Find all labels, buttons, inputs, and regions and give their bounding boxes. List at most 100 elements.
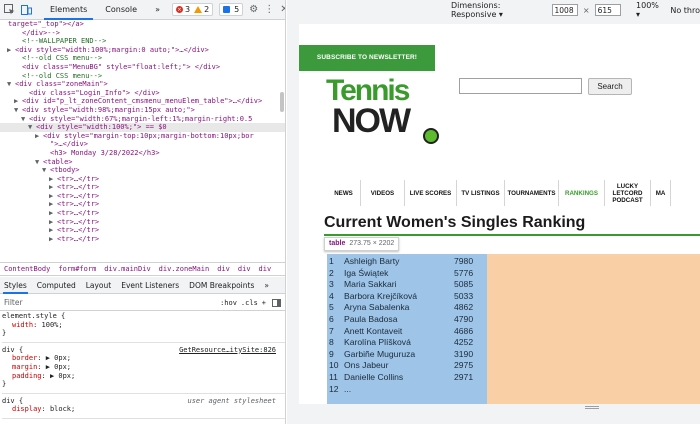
- close-devtools-icon[interactable]: ✕: [280, 4, 285, 16]
- dom-node-line[interactable]: ▶ <tr>…</tr>: [0, 183, 285, 192]
- expand-down-icon[interactable]: ▼: [21, 115, 29, 124]
- dom-node-line[interactable]: <h3> Monday 3/28/2022</h3>: [0, 149, 285, 158]
- styles-pane[interactable]: element.style {width: 100%;} div {GetReso…: [0, 312, 285, 424]
- breadcrumb-item[interactable]: form#form: [58, 265, 96, 273]
- css-declaration[interactable]: display: block;: [2, 405, 285, 414]
- dom-node-line[interactable]: ▶ <tr>…</tr>: [0, 200, 285, 209]
- new-rule-button[interactable]: +: [262, 299, 266, 307]
- inspect-element-icon[interactable]: [4, 4, 15, 16]
- elements-tree[interactable]: target="_top"></a> </div>--> <!--WALLPAPER…: [0, 20, 285, 260]
- toggle-sidebar-icon[interactable]: [270, 297, 282, 309]
- expand-down-icon[interactable]: ▼: [28, 123, 36, 132]
- css-property-name[interactable]: margin: [12, 363, 37, 371]
- dom-node-line[interactable]: <!--old CSS menu-->: [0, 72, 285, 81]
- css-property-value[interactable]: 100%;: [42, 321, 63, 329]
- styles-subtab[interactable]: »: [263, 277, 270, 294]
- expand-right-icon[interactable]: ▶: [49, 209, 57, 218]
- expand-down-icon[interactable]: ▼: [35, 158, 43, 167]
- dom-node-line[interactable]: ">…</div>: [0, 140, 285, 149]
- styles-filter-input[interactable]: Filter: [4, 298, 216, 307]
- expand-down-icon[interactable]: ▼: [42, 166, 50, 175]
- expand-right-icon[interactable]: ▶: [35, 132, 43, 141]
- dom-node-line[interactable]: target="_top"></a>: [0, 20, 285, 29]
- css-property-value[interactable]: ▶ 0px;: [50, 372, 75, 380]
- expand-down-icon[interactable]: ▼: [7, 80, 15, 89]
- kebab-menu-icon[interactable]: ⋮: [264, 4, 274, 16]
- dom-node-line[interactable]: ▶ <tr>…</tr>: [0, 218, 285, 227]
- styles-subtab[interactable]: DOM Breakpoints: [188, 277, 255, 294]
- expand-right-icon[interactable]: ▶: [14, 97, 22, 106]
- class-toggle[interactable]: .cls: [241, 299, 258, 307]
- dom-node-line[interactable]: ▼ <div style="width:67%;margin-left:1%;ma…: [0, 115, 285, 124]
- nav-item[interactable]: LIVE SCORES: [405, 180, 457, 206]
- expand-right-icon[interactable]: ▶: [49, 226, 57, 235]
- dom-node-line[interactable]: ▶ <div id="p_lt_zoneContent_cmsmenu_menuE…: [0, 97, 285, 106]
- dom-node-line[interactable]: <div class="Login_Info"> </div>: [0, 89, 285, 98]
- resize-handle[interactable]: [585, 406, 599, 409]
- breadcrumb-item[interactable]: div: [238, 265, 251, 273]
- breadcrumb-item[interactable]: div.mainDiv: [104, 265, 150, 273]
- css-rule-source[interactable]: GetResource…itySite:826: [179, 346, 276, 355]
- nav-item[interactable]: TOURNAMENTS: [505, 180, 559, 206]
- nav-item[interactable]: MA: [651, 180, 671, 206]
- breadcrumb-item[interactable]: div: [217, 265, 230, 273]
- styles-subtab[interactable]: Styles: [3, 277, 28, 294]
- css-declaration[interactable]: padding: ▶ 0px;: [2, 372, 285, 381]
- dom-node-line[interactable]: ▼ <tbody>: [0, 166, 285, 175]
- css-property-name[interactable]: display: [12, 405, 42, 413]
- subscribe-newsletter-button[interactable]: SUBSCRIBE TO NEWSLETTER!: [299, 45, 435, 71]
- dom-node-line[interactable]: ▶ <tr>…</tr>: [0, 226, 285, 235]
- css-property-name[interactable]: width: [12, 321, 33, 329]
- viewport-width-input[interactable]: 1008: [551, 4, 578, 16]
- zoom-select[interactable]: 100% ▾: [636, 1, 661, 19]
- css-property-value[interactable]: ▶ 0px;: [46, 354, 71, 362]
- breadcrumb-item[interactable]: div.zoneMain: [159, 265, 210, 273]
- css-declaration[interactable]: border: ▶ 0px;: [2, 354, 285, 363]
- css-rule-selector[interactable]: div {user agent stylesheet: [2, 397, 285, 406]
- css-property-value[interactable]: ▶ 0px;: [46, 363, 71, 371]
- dom-node-line[interactable]: <!--old CSS menu-->: [0, 54, 285, 63]
- css-property-name[interactable]: border: [12, 354, 37, 362]
- dom-node-line[interactable]: ▶ <tr>…</tr>: [0, 175, 285, 184]
- viewport-height-input[interactable]: 615: [594, 4, 622, 16]
- site-search-input[interactable]: [459, 78, 582, 94]
- breadcrumb-item[interactable]: div: [259, 265, 272, 273]
- expand-right-icon[interactable]: ▶: [49, 175, 57, 184]
- issues-counter[interactable]: × 3 2: [171, 3, 214, 16]
- breadcrumb-item[interactable]: ContentBody: [4, 265, 50, 273]
- nav-item[interactable]: TV LISTINGS: [457, 180, 505, 206]
- styles-subtab[interactable]: Event Listeners: [120, 277, 180, 294]
- styles-subtab[interactable]: Layout: [85, 277, 113, 294]
- css-property-value[interactable]: block;: [50, 405, 75, 413]
- css-rule-selector[interactable]: element.style {: [2, 312, 285, 321]
- tab-elements[interactable]: Elements: [44, 0, 94, 20]
- tennis-now-logo[interactable]: Tennis NOW: [326, 76, 444, 168]
- css-property-name[interactable]: padding: [12, 372, 42, 380]
- dom-node-line[interactable]: </div>-->: [0, 29, 285, 38]
- dom-node-line[interactable]: ▶ <tr>…</tr>: [0, 192, 285, 201]
- css-rule-selector[interactable]: div {GetResource…itySite:826: [2, 346, 285, 355]
- expand-right-icon[interactable]: ▶: [49, 192, 57, 201]
- dom-node-line[interactable]: ▶ <tr>…</tr>: [0, 209, 285, 218]
- dom-node-line[interactable]: ▶ <div style="width:100%;margin:0 auto;">…: [0, 46, 285, 55]
- settings-gear-icon[interactable]: ⚙: [249, 4, 258, 16]
- throttling-select[interactable]: No thro: [670, 6, 700, 15]
- dimensions-select[interactable]: Dimensions: Responsive ▾: [451, 1, 541, 19]
- expand-down-icon[interactable]: ▼: [14, 106, 22, 115]
- device-toolbar-icon[interactable]: [21, 4, 32, 16]
- more-tabs-button[interactable]: »: [149, 0, 166, 20]
- dom-node-selected[interactable]: ▼ <div style="width:100%;"> == $0: [0, 123, 285, 132]
- css-declaration[interactable]: margin: ▶ 0px;: [2, 363, 285, 372]
- dom-node-line[interactable]: <!--WALLPAPER END-->: [0, 37, 285, 46]
- dom-node-line[interactable]: ▼ <div style="width:98%;margin:15px auto;…: [0, 106, 285, 115]
- dom-node-line[interactable]: <div class="MenuBG" style="float:left;">…: [0, 63, 285, 72]
- expand-right-icon[interactable]: ▶: [49, 200, 57, 209]
- tab-console[interactable]: Console: [99, 0, 143, 20]
- expand-right-icon[interactable]: ▶: [7, 46, 15, 55]
- dom-node-line[interactable]: ▼ <div class="zoneMain">: [0, 80, 285, 89]
- nav-item[interactable]: VIDEOS: [361, 180, 405, 206]
- nav-item[interactable]: NEWS: [327, 180, 361, 206]
- expand-right-icon[interactable]: ▶: [49, 235, 57, 244]
- expand-right-icon[interactable]: ▶: [49, 218, 57, 227]
- nav-item[interactable]: LUCKY LETCORD PODCAST: [605, 180, 651, 206]
